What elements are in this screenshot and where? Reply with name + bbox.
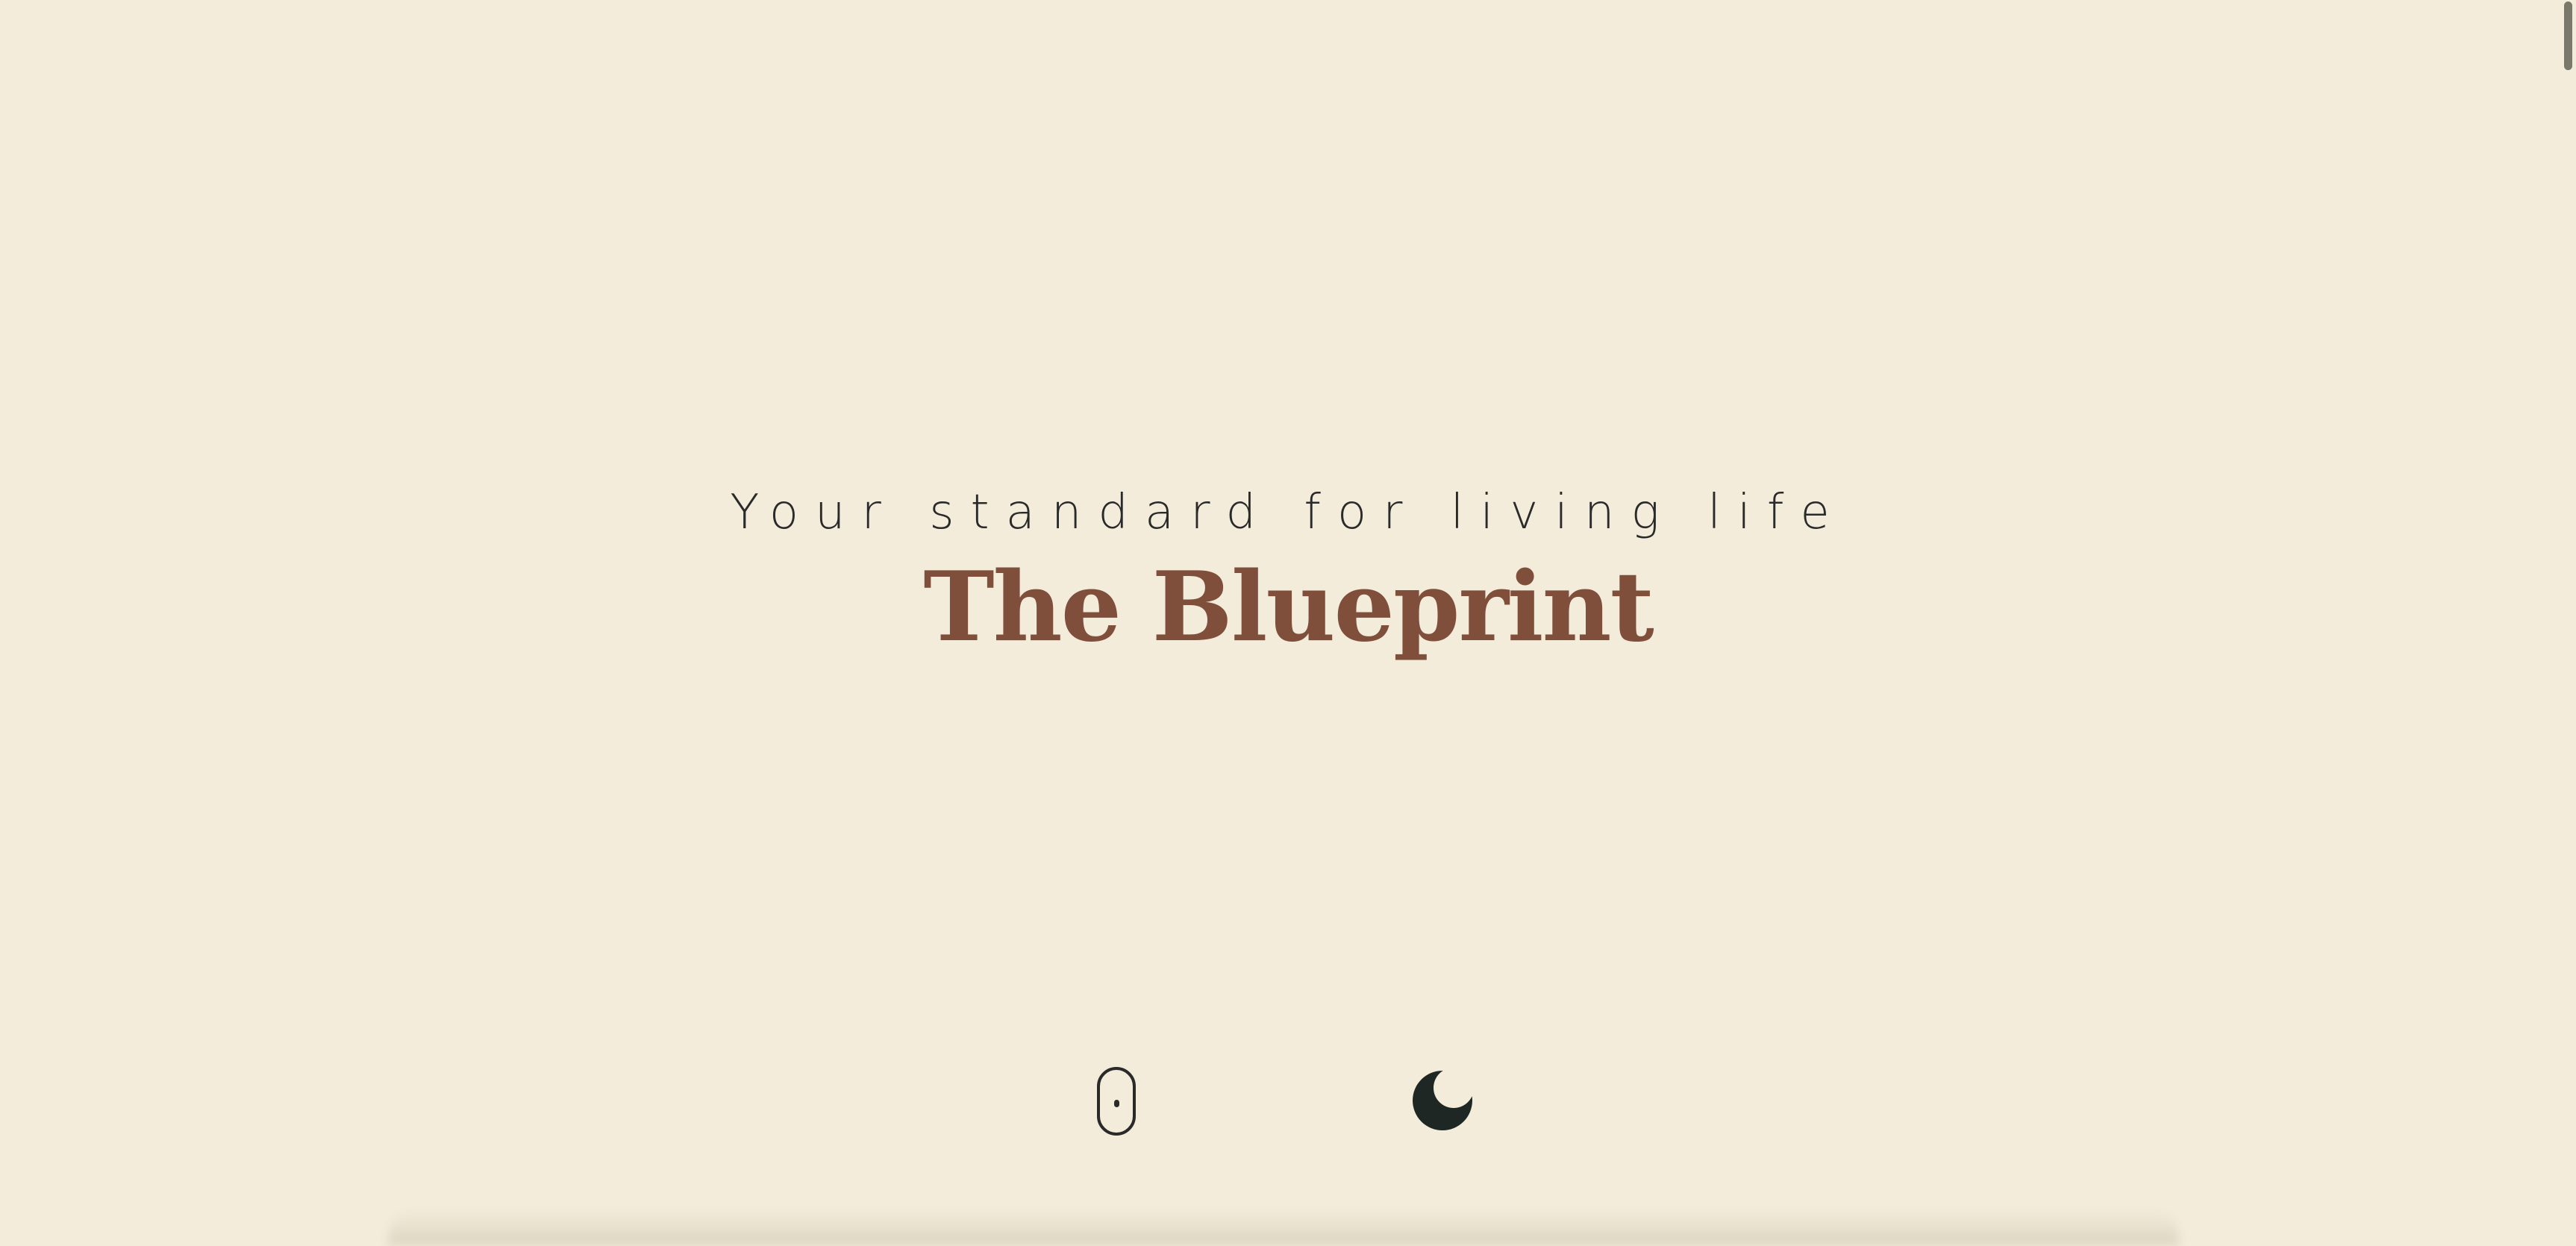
- hero-section: Your standard for living life The Bluepr…: [0, 0, 2576, 1246]
- page-scrollbar[interactable]: [2558, 0, 2576, 1246]
- mouse-scroll-icon[interactable]: [1097, 1067, 1136, 1136]
- moon-icon[interactable]: [1409, 1067, 1476, 1134]
- hero-tagline: Your standard for living life: [730, 485, 1846, 540]
- hero-title: The Blueprint: [923, 551, 1654, 663]
- moon-shape: [1413, 1071, 1472, 1130]
- scrollbar-thumb[interactable]: [2564, 1, 2572, 70]
- scroll-wheel-dot: [1114, 1100, 1119, 1107]
- content-card-edge: [388, 1209, 2179, 1246]
